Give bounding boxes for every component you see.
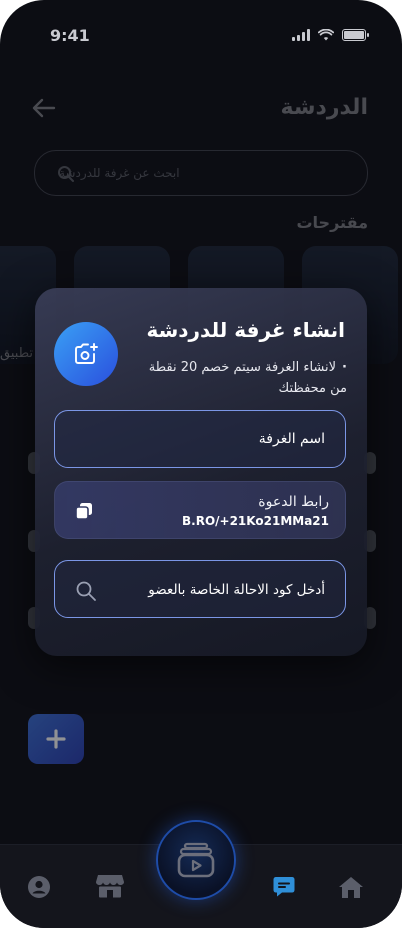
- referral-placeholder: أدخل كود الاحالة الخاصة بالعضو: [148, 582, 325, 598]
- referral-code-input[interactable]: أدخل كود الاحالة الخاصة بالعضو: [54, 560, 346, 618]
- search-icon: [58, 166, 74, 182]
- invite-link: B.RO/+21Ko21MMa21: [182, 514, 329, 528]
- store-icon[interactable]: [95, 873, 125, 899]
- back-arrow-icon[interactable]: [30, 96, 58, 120]
- home-icon[interactable]: [338, 875, 364, 899]
- copy-icon[interactable]: [75, 502, 93, 520]
- room-photo-button[interactable]: [54, 322, 118, 386]
- create-room-dialog: انشاء غرفة للدردشة ·لانشاء الغرفة سيتم خ…: [35, 288, 367, 656]
- page-title: الدردشة: [280, 95, 368, 120]
- profile-icon[interactable]: [27, 875, 51, 899]
- search-placeholder: ابحث عن غرفة للدردشة: [59, 166, 180, 180]
- phone-screen: 9:41 الدردشة ابحث عن غرفة للدردشة مقترحا…: [0, 0, 402, 928]
- dialog-note: ·لانشاء الغرفة سيتم خصم 20 نقطة من محفظت…: [147, 357, 347, 399]
- dialog-title: انشاء غرفة للدردشة: [146, 318, 345, 342]
- search-input[interactable]: ابحث عن غرفة للدردشة: [34, 150, 368, 196]
- chat-icon[interactable]: [272, 875, 296, 899]
- reels-button[interactable]: [156, 820, 236, 900]
- note-text: لانشاء الغرفة سيتم خصم 20 نقطة من محفظتك: [148, 360, 347, 396]
- note-bullet: ·: [342, 360, 347, 375]
- invite-link-field[interactable]: رابط الدعوة B.RO/+21Ko21MMa21: [54, 481, 346, 539]
- thumb-caption: تطبيق: [0, 346, 33, 361]
- add-room-button[interactable]: [28, 714, 84, 764]
- suggestions-heading: مقترحات: [296, 213, 368, 232]
- add-photo-icon: [75, 343, 98, 364]
- reels-icon: [177, 842, 215, 878]
- plus-icon: [46, 729, 66, 749]
- invite-label: رابط الدعوة: [258, 494, 329, 510]
- search-icon: [76, 581, 96, 601]
- room-name-placeholder: اسم الغرفة: [258, 431, 325, 447]
- room-name-input[interactable]: اسم الغرفة: [54, 410, 346, 468]
